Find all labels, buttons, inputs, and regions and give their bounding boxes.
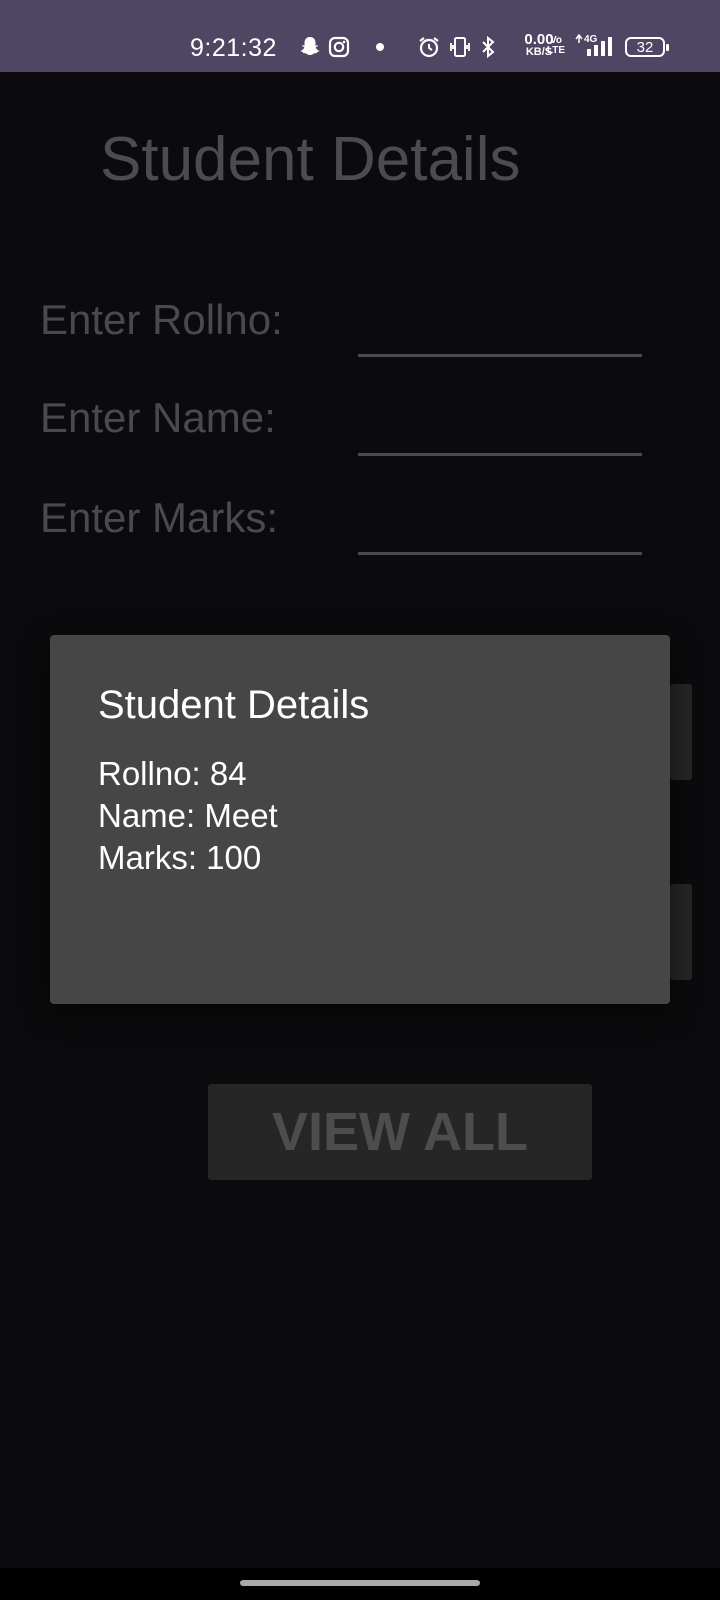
volte-bottom: LTE [546,45,566,56]
dialog-title: Student Details [98,683,370,727]
status-time: 9:21:32 [190,34,277,62]
name-input[interactable] [358,407,642,456]
snapchat-icon [298,34,322,60]
rollno-input[interactable] [358,308,642,357]
vibrate-icon [448,34,472,60]
view-all-button[interactable]: VIEW ALL [208,1084,592,1180]
rollno-label: Enter Rollno: [40,296,283,343]
marks-input[interactable] [358,506,642,555]
battery-icon: 32 [625,37,669,57]
instagram-icon [328,34,350,60]
battery-level: 32 [636,38,654,56]
status-bar: 9:21:32 0.00 KB/S Vo LTE 4G 32 [0,0,720,72]
name-label: Enter Name: [40,394,276,441]
dialog-name: Name: Meet [98,797,278,834]
background-button-1[interactable] [670,684,692,780]
student-details-dialog[interactable]: Student Details Rollno: 84 Name: Meet Ma… [50,635,670,1004]
dot-icon [375,34,385,60]
marks-label: Enter Marks: [40,494,279,541]
bluetooth-icon [480,34,496,60]
page-title: Student Details [100,125,521,194]
dialog-rollno: Rollno: 84 [98,755,247,792]
background-button-2[interactable] [670,884,692,980]
network-type: 4G [584,34,598,45]
home-gesture-pill[interactable] [240,1580,480,1586]
dialog-marks: Marks: 100 [98,839,262,876]
alarm-icon [417,34,441,60]
signal-icon: 4G [573,32,615,58]
volte-indicator: Vo LTE [546,36,566,56]
navigation-bar [0,1568,720,1600]
